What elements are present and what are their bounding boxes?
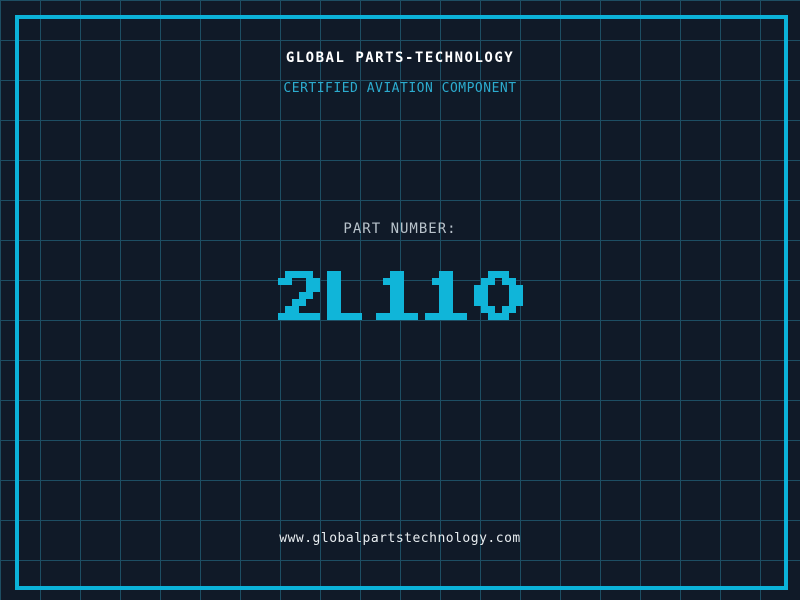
part-label-page: { "page": { "background_color": "#101a28… bbox=[0, 0, 800, 600]
company-title: GLOBAL PARTS-TECHNOLOGY bbox=[285, 50, 515, 66]
certification-subtitle: CERTIFIED AVIATION COMPONENT bbox=[283, 81, 517, 96]
website-url: www.globalpartstechnology.com bbox=[279, 531, 521, 546]
part-number-label: PART NUMBER: bbox=[343, 221, 457, 237]
part-number-display bbox=[0, 271, 800, 320]
